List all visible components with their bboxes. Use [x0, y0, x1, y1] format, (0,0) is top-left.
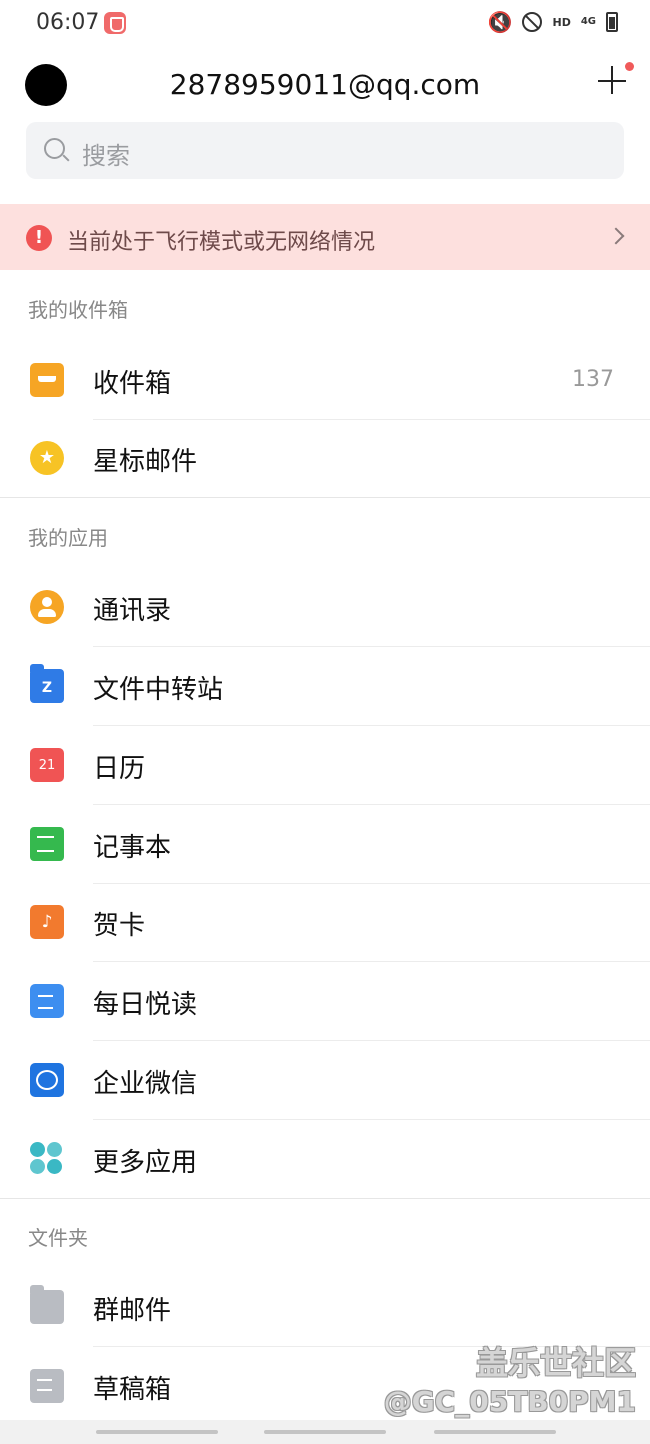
mute-vibrate-icon: 🔇	[487, 10, 513, 34]
list-item-wecom[interactable]: 企业微信	[0, 1042, 650, 1120]
list-item-label: 每日悦读	[93, 990, 198, 1020]
compose-plus-icon[interactable]	[598, 62, 634, 96]
watermark-handle: @GC_05TB0PM1	[383, 1385, 636, 1418]
section-title-mailbox: 我的收件箱	[28, 298, 128, 322]
signal-4g-icon: 4G	[580, 16, 596, 27]
list-item-calendar[interactable]: 21 日历	[0, 727, 650, 805]
search-placeholder: 搜索	[82, 142, 130, 170]
list-item-group-mail[interactable]: 群邮件	[0, 1269, 650, 1347]
list-item-label: 群邮件	[93, 1296, 172, 1326]
navigation-bar	[0, 1420, 650, 1444]
do-not-disturb-icon	[522, 12, 543, 32]
group-mail-folder-icon	[30, 1285, 64, 1324]
list-item-label: 日历	[93, 754, 146, 784]
wecom-icon	[30, 1063, 64, 1097]
chevron-right-icon	[607, 227, 625, 245]
list-item-inbox[interactable]: 收件箱 137	[0, 342, 650, 420]
list-item-more-apps[interactable]: 更多应用	[0, 1121, 650, 1199]
list-item-contacts[interactable]: 通讯录	[0, 569, 650, 647]
list-item-label: 收件箱	[93, 369, 172, 399]
list-item-label: 贺卡	[93, 911, 146, 941]
account-email[interactable]: 2878959011@qq.com	[0, 68, 650, 101]
more-apps-icon	[30, 1142, 64, 1176]
nav-home-button[interactable]	[264, 1430, 386, 1434]
offline-banner-text: 当前处于飞行模式或无网络情况	[67, 230, 376, 255]
status-bar: 06:07 🔇 HD 4G	[0, 0, 650, 48]
notification-dot	[625, 62, 634, 71]
notepad-icon	[30, 827, 64, 861]
list-item-label: 更多应用	[93, 1148, 198, 1178]
battery-icon	[606, 12, 618, 32]
status-time: 06:07	[36, 10, 100, 35]
inbox-icon	[30, 363, 64, 397]
list-item-greeting-card[interactable]: ♪ 贺卡	[0, 884, 650, 962]
search-input[interactable]: 搜索	[26, 122, 624, 179]
list-item-starred[interactable]: ★ 星标邮件	[0, 420, 650, 498]
list-item-label: 企业微信	[93, 1069, 198, 1099]
list-item-label: 草稿箱	[93, 1375, 172, 1405]
section-divider	[0, 497, 650, 498]
section-divider	[0, 1198, 650, 1199]
list-item-notepad[interactable]: 记事本	[0, 806, 650, 884]
alert-icon: !	[26, 225, 52, 251]
list-item-label: 记事本	[93, 833, 172, 863]
list-item-label: 星标邮件	[93, 447, 198, 477]
list-item-label: 通讯录	[93, 596, 172, 626]
greeting-card-icon: ♪	[30, 905, 64, 939]
nav-back-button[interactable]	[434, 1430, 556, 1434]
star-icon: ★	[30, 441, 64, 475]
header: 2878959011@qq.com	[0, 58, 650, 114]
status-icons: 🔇 HD 4G	[488, 10, 618, 34]
section-title-apps: 我的应用	[28, 526, 108, 550]
unread-count: 137	[572, 367, 614, 392]
offline-banner[interactable]: ! 当前处于飞行模式或无网络情况	[0, 204, 650, 270]
list-item-label: 文件中转站	[93, 675, 224, 705]
drafts-icon	[30, 1369, 64, 1403]
shield-app-icon	[104, 12, 126, 34]
list-item-daily-reading[interactable]: 每日悦读	[0, 963, 650, 1041]
section-title-folders: 文件夹	[28, 1226, 88, 1250]
nav-recent-button[interactable]	[96, 1430, 218, 1434]
calendar-icon: 21	[30, 748, 64, 782]
list-item-file-transfer[interactable]: Z 文件中转站	[0, 648, 650, 726]
search-icon	[44, 138, 70, 162]
contacts-icon	[30, 590, 64, 624]
watermark-title: 盖乐世社区	[475, 1344, 636, 1382]
hd-indicator: HD	[552, 15, 571, 29]
daily-reading-icon	[30, 984, 64, 1018]
file-transfer-icon: Z	[30, 664, 64, 703]
